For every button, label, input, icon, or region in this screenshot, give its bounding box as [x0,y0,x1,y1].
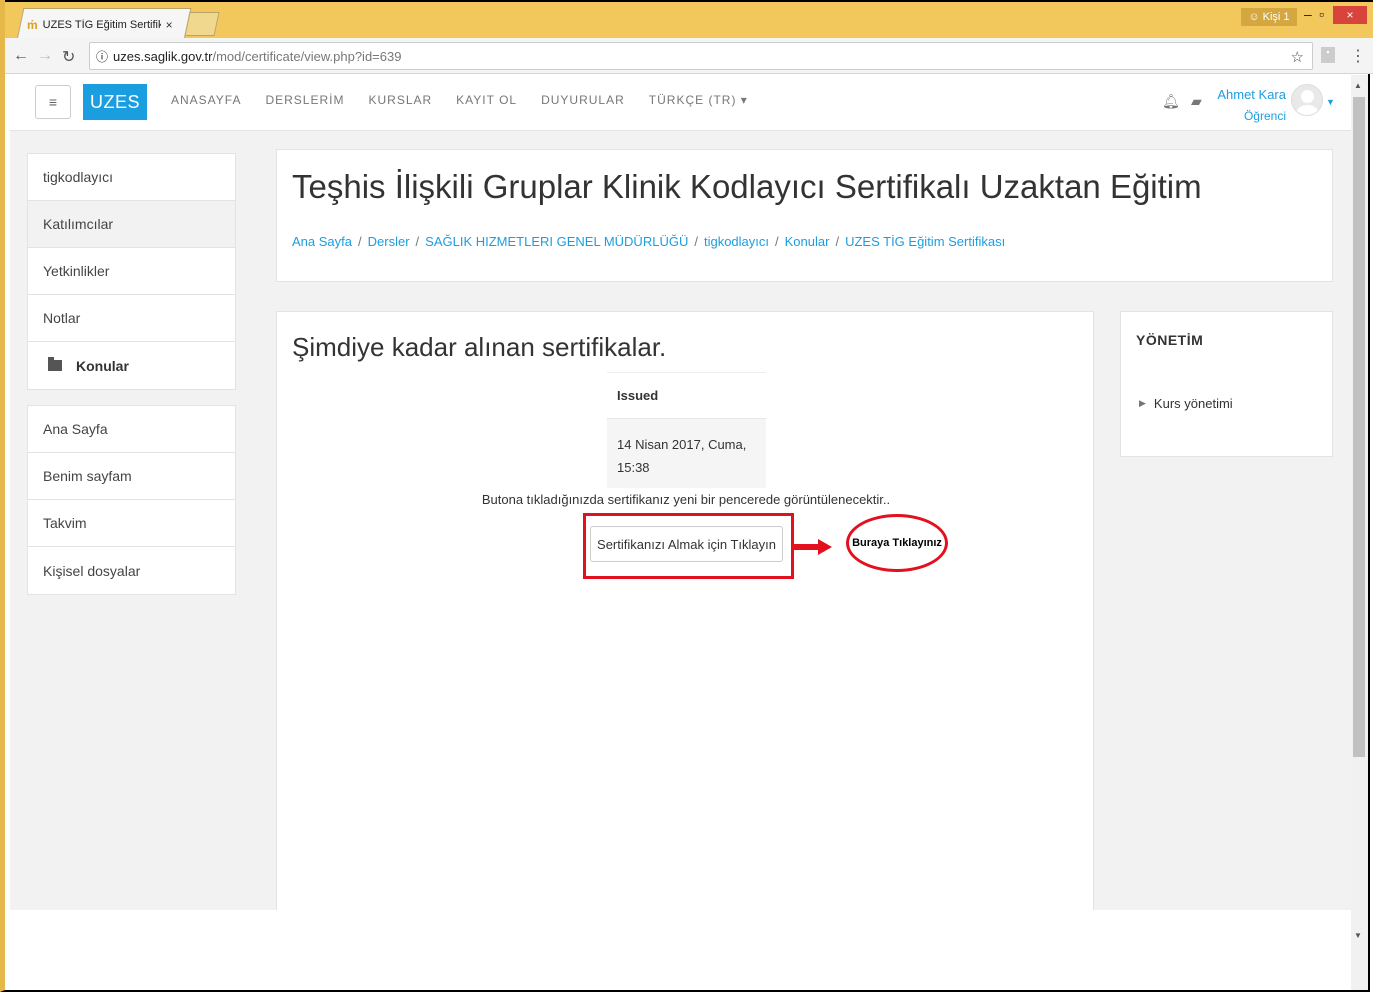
breadcrumb-topics[interactable]: Konular [785,234,830,249]
url-path: /mod/certificate/view.php?id=639 [212,48,402,64]
breadcrumb-separator: / [415,234,420,249]
language-dropdown[interactable]: TÜRKÇE (TR) ▾ [649,93,748,107]
profile-icon: ☺ [1248,11,1260,23]
page-header-card: Teşhis İlişkili Gruplar Klinik Kodlayıcı… [276,149,1333,282]
tab-title: UZES TİG Eğitim Sertifika [42,19,161,31]
new-tab-button[interactable] [184,12,220,36]
minimize-button[interactable]: – [1304,6,1312,22]
info-icon[interactable]: ⓘ [96,48,108,65]
issued-date: 14 Nisan 2017, Cuma, [617,437,747,452]
breadcrumb-separator: / [835,234,840,249]
breadcrumb-separator: / [358,234,362,249]
issued-table: Issued 14 Nisan 2017, Cuma, 15:38 [607,372,766,488]
profile-button[interactable]: ☺ Kişi 1 [1241,8,1297,26]
get-certificate-button[interactable]: Sertifikanızı Almak için Tıklayın [590,526,783,562]
annotation-arrow-icon [818,539,832,555]
forward-arrow-icon[interactable]: → [37,47,53,65]
nav-item-competencies[interactable]: Yetkinlikler [28,248,235,295]
nav-item-calendar[interactable]: Takvim [28,500,235,547]
folder-icon [48,357,62,371]
course-administration-item[interactable]: ▶ Kurs yönetimi [1139,396,1233,411]
browser-window: ṁ UZES TİG Eğitim Sertifika × ☺ Kişi 1 –… [0,0,1373,992]
administration-title: YÖNETİM [1136,332,1204,348]
notification-bell-icon[interactable]: 🔔︎ [1162,93,1180,110]
site-nav-block: Ana Sayfa Benim sayfam Takvim Kişisel do… [27,405,236,595]
user-avatar[interactable] [1291,84,1323,116]
user-name[interactable]: Ahmet Kara [1214,87,1286,102]
web-page: ≡ UZES ANASAYFA DERSLERİM KURSLAR KAYIT … [10,75,1356,910]
profile-label: Kişi 1 [1262,11,1290,23]
reload-icon[interactable]: ↻ [62,47,75,67]
tab-favicon-icon: ṁ [27,18,38,32]
nav-link-derslerim[interactable]: DERSLERİM [265,93,344,107]
breadcrumb-certificate[interactable]: UZES TİG Eğitim Sertifikası [845,234,1005,249]
nav-link-kayit-ol[interactable]: KAYIT OL [456,93,517,107]
url-host: uzes.saglik.gov.tr [113,48,213,64]
user-role: Öğrenci [1243,109,1286,123]
expand-triangle-icon[interactable]: ▶ [1139,398,1146,409]
nav-item-private-files[interactable]: Kişisel dosyalar [28,547,235,594]
breadcrumb-separator: / [775,234,779,249]
site-navbar: ≡ UZES ANASAYFA DERSLERİM KURSLAR KAYIT … [10,75,1356,131]
close-window-button[interactable]: × [1333,6,1367,24]
nav-link-kurslar[interactable]: KURSLAR [368,93,432,107]
scroll-up-icon[interactable]: ▲ [1354,81,1362,90]
info-text: Butona tıkladığınızda sertifikanız yeni … [481,492,891,507]
bookmark-star-icon[interactable]: ☆ [1291,48,1304,66]
page-title: Teşhis İlişkili Gruplar Klinik Kodlayıcı… [292,168,1202,205]
breadcrumb-courses[interactable]: Dersler [368,234,410,249]
scroll-down-icon[interactable]: ▼ [1354,931,1362,940]
nav-item-home[interactable]: Ana Sayfa [28,406,235,453]
click-here-callout: Buraya Tıklayınız [846,514,948,572]
course-administration-label: Kurs yönetimi [1153,396,1233,411]
brand-logo[interactable]: UZES [83,84,147,120]
browser-toolbar: ← → ↻ ⓘ uzes.saglik.gov.tr /mod/certific… [5,38,1373,74]
issued-date-cell: 14 Nisan 2017, Cuma, 15:38 [607,418,766,488]
back-arrow-icon[interactable]: ← [13,47,29,65]
nav-link-anasayfa[interactable]: ANASAYFA [171,93,241,107]
extension-icon[interactable]: ▪ [1321,47,1335,63]
tab-close-icon[interactable]: × [166,18,173,32]
messages-icon[interactable]: ▰ [1191,93,1202,110]
nav-item-topics-label: Konular [76,357,129,374]
page-scrollbar[interactable]: ▲ ▼ [1351,75,1368,990]
breadcrumb-course[interactable]: tigkodlayıcı [704,234,769,249]
issued-time: 15:38 [617,460,650,475]
nav-item-course[interactable]: tigkodlayıcı [28,154,235,201]
certificates-heading: Şimdiye kadar alınan sertifikalar. [292,332,667,362]
address-bar[interactable]: ⓘ uzes.saglik.gov.tr /mod/certificate/vi… [89,42,1313,70]
user-menu-caret-icon[interactable]: ▼ [1326,97,1335,107]
breadcrumb-separator: / [694,234,698,249]
breadcrumb-category[interactable]: SAĞLIK HIZMETLERI GENEL MÜDÜRLÜĞÜ [425,234,688,249]
breadcrumb-home[interactable]: Ana Sayfa [292,234,352,249]
main-nav: ANASAYFA DERSLERİM KURSLAR KAYIT OL DUYU… [171,93,748,107]
nav-item-grades[interactable]: Notlar [28,295,235,342]
nav-item-topics[interactable]: Konular [28,342,235,389]
administration-block: YÖNETİM ▶ Kurs yönetimi [1120,311,1333,457]
nav-item-participants[interactable]: Katılımcılar [28,201,235,248]
scrollbar-thumb[interactable] [1353,97,1365,757]
browser-tab-content[interactable]: ṁ UZES TİG Eğitim Sertifika × [27,14,185,36]
nav-link-duyurular[interactable]: DUYURULAR [541,93,625,107]
browser-menu-icon[interactable]: ⋮ [1350,46,1366,66]
issued-column-header: Issued [607,372,766,418]
page-bottom-blank [10,910,1356,990]
main-content-card: Şimdiye kadar alınan sertifikalar. Issue… [276,311,1094,910]
course-nav-block: tigkodlayıcı Katılımcılar Yetkinlikler N… [27,153,236,390]
browser-titlebar: ṁ UZES TİG Eğitim Sertifika × ☺ Kişi 1 –… [5,0,1373,38]
hamburger-menu-button[interactable]: ≡ [35,85,71,119]
nav-item-my-page[interactable]: Benim sayfam [28,453,235,500]
annotation-arrow-shaft [794,544,820,550]
maximize-button[interactable]: ▫ [1319,6,1324,22]
breadcrumb: Ana Sayfa / Dersler / SAĞLIK HIZMETLERI GENE… [292,234,1005,249]
